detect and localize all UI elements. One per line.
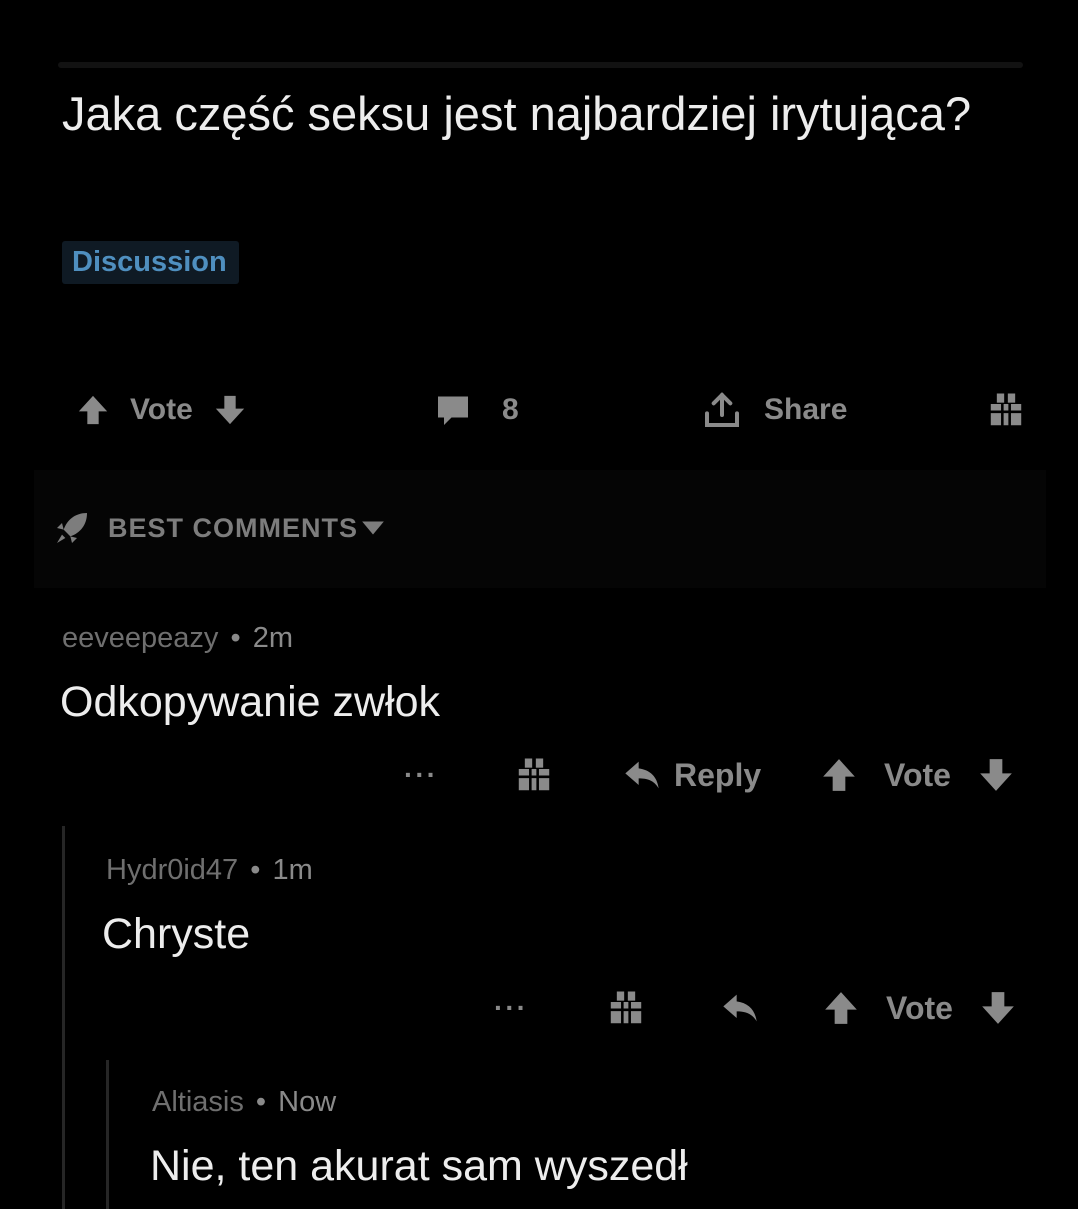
share-upload-icon [702, 390, 742, 430]
arrow-up-icon[interactable] [822, 989, 860, 1027]
meta-separator: • [230, 622, 241, 654]
comment-meta: Altiasis • Now [152, 1086, 336, 1119]
post-comments-button[interactable]: 8 [434, 380, 519, 440]
comment-meta: eeveepeazy • 2m [62, 622, 293, 655]
post-title: Jaka część seksu jest najbardziej irytuj… [62, 87, 972, 140]
arrow-down-icon[interactable] [213, 393, 247, 427]
gift-icon [984, 388, 1028, 432]
comment-body: Chryste [102, 910, 251, 958]
thread-line[interactable] [106, 1060, 109, 1209]
share-label: Share [764, 393, 848, 426]
comment-count: 8 [502, 393, 519, 426]
speech-bubble-icon [434, 392, 472, 428]
comment-actions: ··· Vote [0, 983, 1078, 1033]
reply-button[interactable] [720, 983, 760, 1033]
comment-body: Nie, ten akurat sam wyszedł [150, 1142, 688, 1190]
post-flair[interactable]: Discussion [62, 241, 239, 284]
more-options-icon[interactable]: ··· [404, 750, 438, 800]
post-vote-group: Vote [76, 380, 247, 440]
sort-label: BEST COMMENTS [108, 512, 359, 543]
comment-age: 2m [252, 622, 293, 654]
comment-author[interactable]: Altiasis [152, 1086, 244, 1118]
comment-vote-label: Vote [886, 989, 953, 1026]
arrow-down-icon[interactable] [977, 756, 1015, 794]
chevron-down-icon [360, 518, 386, 538]
post-award-button[interactable] [984, 380, 1028, 440]
rocket-icon [52, 508, 92, 548]
reply-label: Reply [674, 756, 762, 793]
meta-separator: • [250, 854, 261, 886]
comment-author[interactable]: eeveepeazy [62, 622, 218, 654]
gift-icon[interactable] [604, 983, 648, 1033]
comment-age: Now [278, 1086, 337, 1118]
comment-actions: ··· Reply Vote [0, 750, 1078, 800]
more-options-icon[interactable]: ··· [494, 983, 528, 1033]
comment-meta: Hydr0id47 • 1m [106, 854, 313, 887]
comment-author[interactable]: Hydr0id47 [106, 854, 238, 886]
arrow-up-icon[interactable] [76, 393, 110, 427]
arrow-up-icon[interactable] [820, 756, 858, 794]
comment-age: 1m [272, 854, 313, 886]
post-share-button[interactable]: Share [702, 380, 847, 440]
post-vote-label: Vote [130, 393, 193, 426]
comment-vote-group: Vote [820, 750, 1015, 800]
card-top-edge [58, 62, 1023, 68]
comment-vote-label: Vote [884, 756, 951, 793]
comment-vote-group: Vote [822, 983, 1017, 1033]
comment-sort-bar: BEST COMMENTS [34, 470, 1046, 588]
post-action-bar: Vote 8 Share [62, 380, 1032, 440]
reply-button[interactable]: Reply [622, 750, 761, 800]
reply-arrow-icon [720, 991, 760, 1025]
comment-body: Odkopywanie zwłok [60, 678, 441, 726]
sort-dropdown[interactable]: BEST COMMENTS [52, 506, 386, 550]
meta-separator: • [255, 1086, 267, 1118]
reply-arrow-icon [622, 758, 662, 792]
arrow-down-icon[interactable] [979, 989, 1017, 1027]
gift-icon[interactable] [512, 750, 556, 800]
